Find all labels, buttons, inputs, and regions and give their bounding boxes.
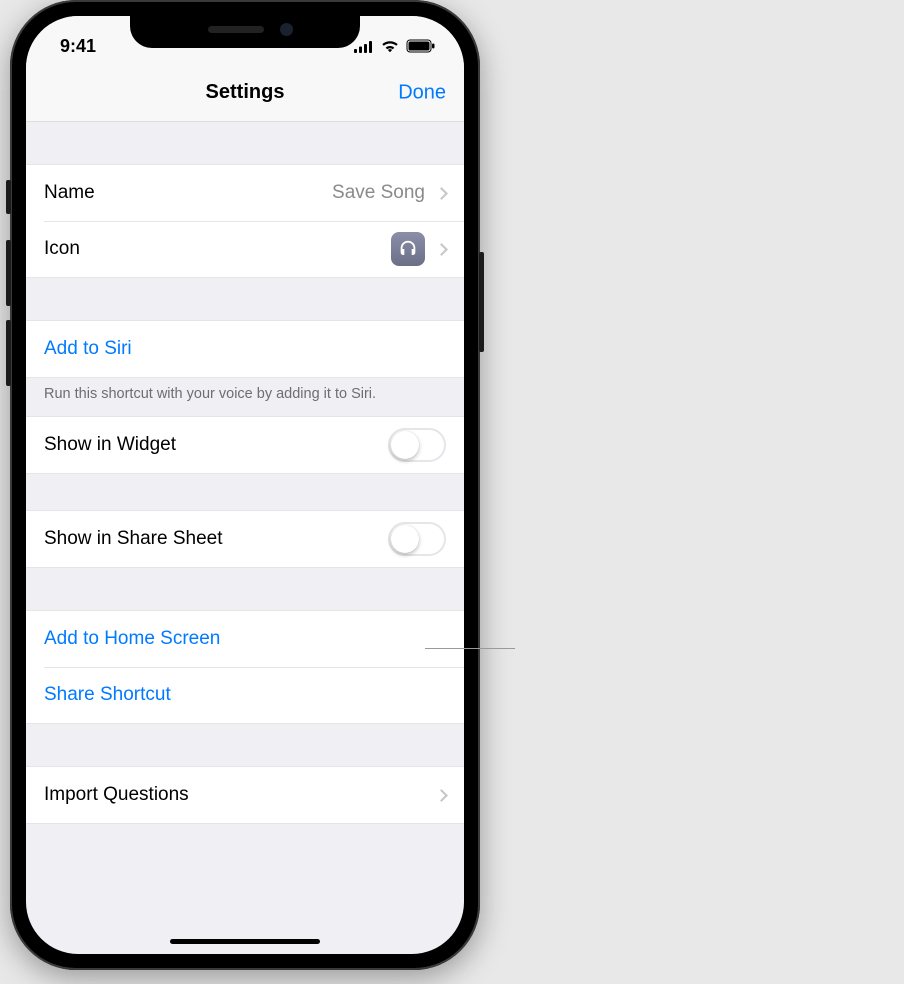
status-time: 9:41: [60, 36, 96, 57]
page-title: Settings: [206, 81, 285, 104]
notch: [130, 16, 360, 48]
row-name-label: Name: [44, 182, 332, 204]
cellular-icon: [354, 40, 374, 53]
row-icon-label: Icon: [44, 238, 391, 260]
chevron-right-icon: [435, 187, 448, 200]
group-widget: Show in Widget: [26, 416, 464, 474]
headphones-icon: [397, 238, 419, 260]
spacer: [26, 568, 464, 610]
siri-footer: Run this shortcut with your voice by add…: [26, 378, 464, 416]
group-import: Import Questions: [26, 766, 464, 824]
row-show-in-widget: Show in Widget: [26, 417, 464, 473]
spacer: [26, 474, 464, 510]
group-share-sheet: Show in Share Sheet: [26, 510, 464, 568]
row-icon[interactable]: Icon: [26, 221, 464, 277]
volume-down-button: [6, 320, 11, 386]
ringer-switch: [6, 180, 11, 214]
row-add-to-siri[interactable]: Add to Siri: [26, 321, 464, 377]
widget-toggle[interactable]: [388, 428, 446, 462]
chevron-right-icon: [435, 243, 448, 256]
share-sheet-toggle[interactable]: [388, 522, 446, 556]
annotation-leader-line: [425, 648, 515, 649]
row-import-questions[interactable]: Import Questions: [26, 767, 464, 823]
iphone-frame: 9:41 Settings Done: [10, 0, 480, 970]
spacer: [26, 724, 464, 766]
add-to-home-screen-label: Add to Home Screen: [44, 628, 446, 650]
row-share-shortcut[interactable]: Share Shortcut: [26, 667, 464, 723]
row-add-to-home-screen[interactable]: Add to Home Screen: [26, 611, 464, 667]
group-name-icon: Name Save Song Icon: [26, 164, 464, 278]
nav-bar: Settings Done: [26, 64, 464, 122]
home-indicator[interactable]: [170, 939, 320, 944]
spacer: [26, 278, 464, 320]
spacer: [26, 122, 464, 164]
status-icons: [354, 39, 436, 53]
wifi-icon: [380, 39, 400, 53]
shortcut-icon-tile: [391, 232, 425, 266]
add-to-siri-label: Add to Siri: [44, 338, 446, 360]
content: Name Save Song Icon: [26, 122, 464, 824]
row-show-in-share-sheet: Show in Share Sheet: [26, 511, 464, 567]
side-button: [479, 252, 484, 352]
row-name[interactable]: Name Save Song: [26, 165, 464, 221]
widget-label: Show in Widget: [44, 434, 388, 456]
row-name-value: Save Song: [332, 182, 425, 204]
group-siri: Add to Siri: [26, 320, 464, 378]
battery-icon: [406, 39, 436, 53]
done-button[interactable]: Done: [398, 81, 446, 104]
group-actions: Add to Home Screen Share Shortcut: [26, 610, 464, 724]
chevron-right-icon: [435, 789, 448, 802]
import-questions-label: Import Questions: [44, 784, 431, 806]
screen: 9:41 Settings Done: [26, 16, 464, 954]
share-shortcut-label: Share Shortcut: [44, 684, 446, 706]
volume-up-button: [6, 240, 11, 306]
share-sheet-label: Show in Share Sheet: [44, 528, 388, 550]
